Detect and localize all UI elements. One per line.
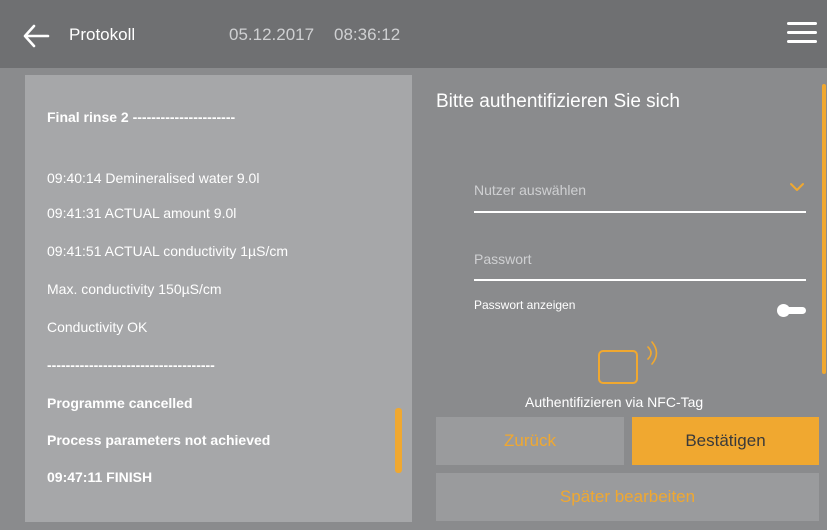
header-time: 08:36:12 bbox=[334, 25, 401, 44]
log-scrollbar[interactable] bbox=[395, 408, 402, 473]
hamburger-menu-icon[interactable] bbox=[787, 22, 817, 48]
log-line: Process parameters not achieved bbox=[47, 432, 271, 448]
chevron-down-icon[interactable] bbox=[789, 180, 805, 192]
log-line: 09:47:11 FINISH bbox=[47, 469, 153, 485]
user-select-underline bbox=[474, 211, 806, 213]
log-line: Programme cancelled bbox=[47, 395, 193, 411]
protocol-log-panel: Final rinse 2 ---------------------- 09:… bbox=[25, 75, 412, 522]
log-line: 09:41:51 ACTUAL conductivity 1µS/cm bbox=[47, 243, 288, 259]
nfc-label: Authentifizieren via NFC-Tag bbox=[525, 394, 704, 410]
show-password-label: Passwort anzeigen bbox=[474, 298, 576, 312]
log-line: ------------------------------------ bbox=[47, 357, 215, 373]
log-line: 09:40:14 Demineralised water 9.0l bbox=[47, 170, 260, 186]
top-bar: Protokoll 05.12.2017 08:36:12 bbox=[0, 0, 827, 68]
form-scrollbar[interactable] bbox=[822, 84, 826, 374]
log-line: Final rinse 2 ---------------------- bbox=[47, 109, 236, 125]
show-password-toggle[interactable] bbox=[777, 304, 806, 317]
user-select[interactable]: Nutzer auswählen bbox=[474, 182, 586, 198]
log-line: Max. conductivity 150µS/cm bbox=[47, 281, 222, 297]
edit-later-button[interactable]: Später bearbeiten bbox=[436, 473, 819, 521]
log-line: Conductivity OK bbox=[47, 319, 148, 335]
header-date: 05.12.2017 bbox=[229, 25, 315, 44]
auth-title: Bitte authentifizieren Sie sich bbox=[436, 91, 680, 112]
password-field-underline bbox=[474, 279, 806, 281]
log-line: 09:41:31 ACTUAL amount 9.0l bbox=[47, 205, 237, 221]
confirm-button[interactable]: Bestätigen bbox=[632, 417, 819, 465]
back-button[interactable]: Zurück bbox=[436, 417, 624, 465]
nfc-card-icon bbox=[596, 337, 666, 389]
page-title: Protokoll bbox=[69, 25, 136, 44]
password-field[interactable]: Passwort bbox=[474, 251, 532, 267]
back-arrow-icon[interactable] bbox=[22, 22, 50, 50]
